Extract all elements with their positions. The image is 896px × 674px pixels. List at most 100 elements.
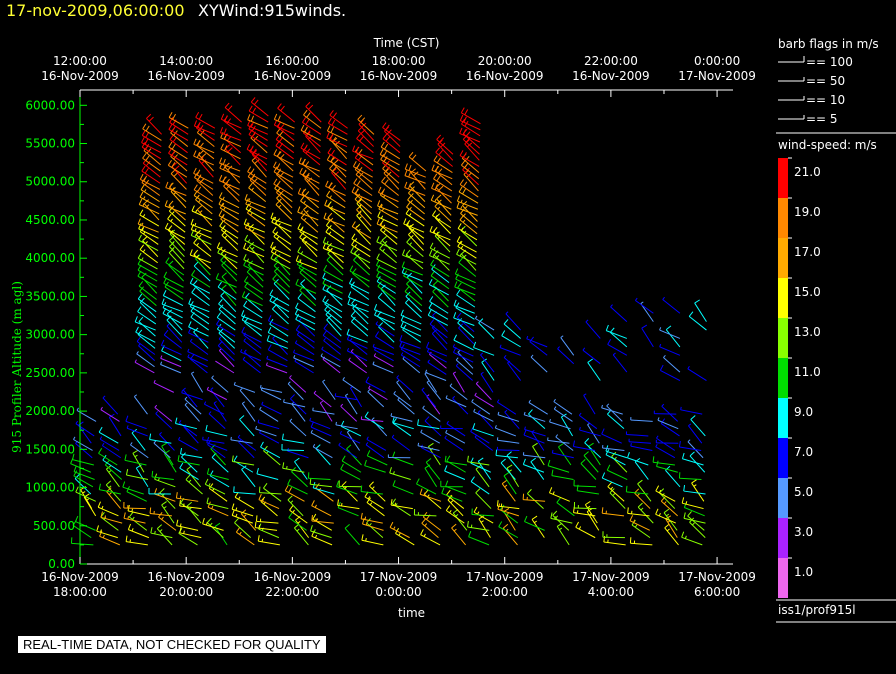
barb-flag [98, 448, 103, 454]
wind-barb [274, 266, 291, 288]
barb-flag [193, 184, 198, 191]
barb-shaft [452, 512, 468, 531]
barb-shaft [281, 449, 304, 451]
barb-shaft [684, 507, 705, 517]
barb-shaft [154, 493, 176, 502]
barb-shaft [234, 496, 255, 510]
barb-shaft [495, 427, 517, 437]
barb-flag [273, 149, 278, 155]
barb-flag [188, 479, 192, 483]
barb-shaft [631, 524, 651, 539]
barb-shaft [528, 402, 548, 415]
barb-shaft [473, 347, 495, 356]
barb-flag [142, 203, 145, 207]
wind-barb [169, 229, 185, 251]
speed-legend-label: 11.0 [794, 365, 821, 379]
barb-flag [480, 352, 484, 356]
barb-flag [528, 399, 531, 403]
barb-shaft [405, 224, 425, 239]
wind-barb [258, 494, 280, 510]
barb-shaft [660, 369, 681, 381]
barb-flag [547, 459, 551, 466]
barb-flag [209, 522, 213, 526]
barb-flag [420, 529, 424, 535]
barb-flag [289, 418, 293, 422]
wind-barb [553, 398, 573, 415]
barb-flag [688, 311, 694, 317]
barb-flag [687, 366, 690, 370]
barb-shaft [295, 342, 315, 355]
barb-flag [390, 413, 393, 417]
wind-barb [231, 455, 255, 466]
barb-shaft [295, 318, 316, 331]
wind-barb [346, 444, 362, 466]
barb-shaft [473, 411, 494, 422]
barb-flag [231, 455, 234, 462]
barb-flag [206, 517, 212, 523]
speed-legend-label: 9.0 [794, 405, 813, 419]
barb-flag [528, 409, 533, 415]
speed-color-swatch [778, 518, 788, 558]
barb-shaft [243, 334, 262, 349]
barb-shaft [243, 340, 262, 355]
wind-barb [430, 259, 450, 277]
barb-flag [526, 335, 529, 340]
wind-barb [445, 429, 466, 444]
barb-shaft [656, 466, 678, 473]
barb-flag [243, 300, 248, 307]
barb-flag [295, 324, 300, 331]
barb-flag [349, 265, 354, 272]
barb-flag [136, 351, 139, 355]
wind-barb [127, 523, 150, 539]
barb-flag [578, 412, 582, 416]
barb-flag [314, 504, 317, 508]
barb-shaft [245, 227, 265, 239]
barb-flag [217, 281, 222, 288]
barb-shaft [500, 509, 519, 524]
wind-barb [294, 340, 315, 355]
barb-shaft [259, 432, 280, 444]
barb-flag [323, 323, 329, 329]
barb-shaft [435, 151, 453, 167]
barb-flag [130, 442, 133, 446]
wind-barb [625, 431, 649, 437]
barb-flag [183, 530, 185, 534]
barb-shaft [506, 455, 522, 473]
wind-barb [522, 493, 546, 502]
barb-flag [429, 242, 434, 249]
barb-shaft [155, 413, 173, 430]
barb-flag [400, 321, 404, 328]
barb-shaft [405, 302, 422, 319]
wind-barb [582, 347, 601, 365]
barb-flag [160, 339, 165, 346]
barb-shaft [429, 231, 451, 241]
barb-flag [148, 116, 154, 122]
barb-shaft [432, 215, 452, 229]
wind-barb [134, 359, 155, 374]
barb-shaft [404, 187, 426, 196]
y-axis-label: 915 Profiler Altitude (m agl) [10, 281, 24, 453]
barb-shaft [179, 532, 202, 539]
barb-shaft [681, 536, 703, 546]
barb-flag [257, 419, 260, 423]
barb-flag [293, 354, 296, 359]
barb-shaft [402, 254, 424, 264]
barb-flag [689, 451, 695, 457]
barb-flag [301, 117, 307, 123]
barb-flag [380, 215, 384, 219]
barb-flag [196, 242, 199, 246]
barb-flag [202, 517, 205, 525]
wind-barb [220, 291, 237, 313]
wind-barb [97, 501, 119, 517]
barb-flag [98, 426, 103, 433]
barb-flag [364, 411, 369, 418]
barb-shaft [287, 383, 304, 400]
barb-flag [270, 212, 274, 219]
wind-barb [153, 379, 175, 393]
barb-shaft [184, 404, 200, 422]
speed-legend-label: 19.0 [794, 205, 821, 219]
barb-shaft [417, 424, 440, 430]
barb-shaft [602, 447, 625, 451]
barb-flag [436, 134, 442, 140]
barb-shaft [549, 421, 571, 430]
